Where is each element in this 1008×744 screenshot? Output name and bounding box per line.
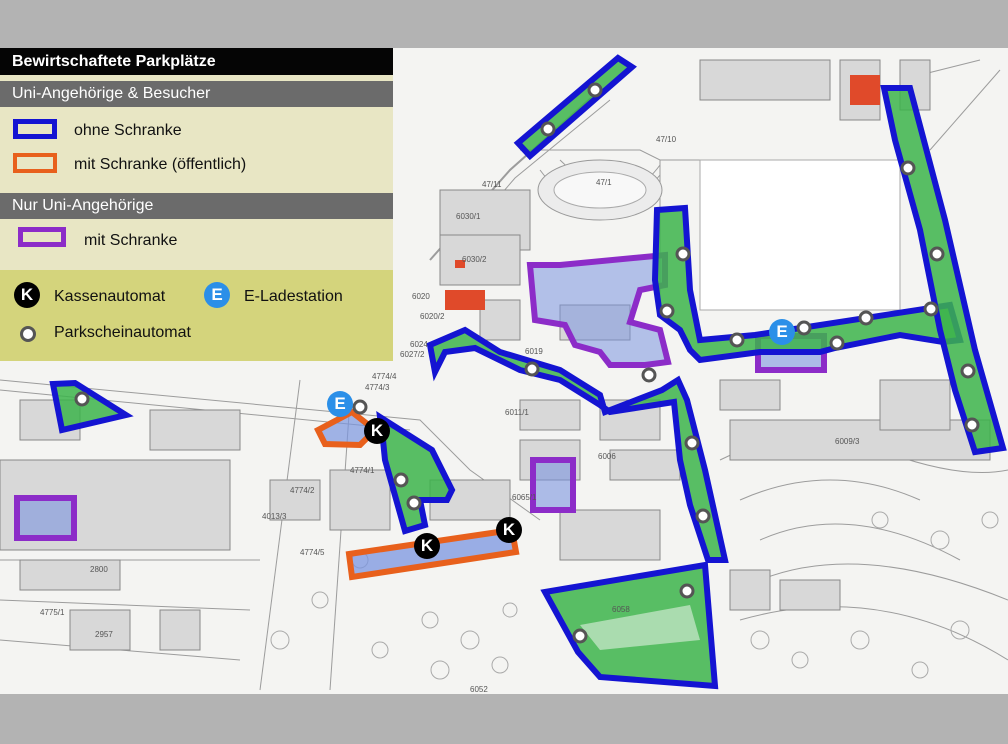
legend-section-members: Nur Uni-Angehörige — [0, 193, 393, 219]
ev-station-marker[interactable]: E — [327, 391, 353, 417]
ticket-machine — [960, 363, 976, 379]
legend-cash-machine-label: Kassenautomat — [54, 288, 166, 305]
legend-item-no-barrier: ohne Schranke — [74, 122, 182, 139]
ticket-machine — [675, 246, 691, 262]
parking-area-members-center — [526, 251, 672, 368]
swatch-barrier-public — [13, 153, 57, 173]
legend-section-visitors: Uni-Angehörige & Besucher — [0, 81, 393, 107]
ticket-machine — [796, 320, 812, 336]
parking-area-members-west — [14, 495, 77, 541]
ticket-machine — [679, 583, 695, 599]
ticket-machine — [406, 495, 422, 511]
ticket-machine — [74, 391, 90, 407]
ticket-machine — [587, 82, 603, 98]
parking-area-members-south — [530, 457, 576, 513]
ticket-machine-icon — [20, 326, 36, 342]
ticket-machine — [572, 628, 588, 644]
cash-machine-marker[interactable]: K — [496, 517, 522, 543]
ticket-machine — [684, 435, 700, 451]
swatch-no-barrier — [13, 119, 57, 139]
ticket-machine — [659, 303, 675, 319]
ticket-machine — [929, 246, 945, 262]
swatch-barrier-members — [18, 227, 66, 247]
legend-item-barrier-public: mit Schranke (öffentlich) — [74, 156, 247, 173]
ticket-machine — [729, 332, 745, 348]
ticket-machine — [923, 301, 939, 317]
ticket-machine — [829, 335, 845, 351]
legend-item-barrier-members: mit Schranke — [84, 232, 178, 249]
ev-station-marker[interactable]: E — [769, 319, 795, 345]
parking-area-north-strip — [513, 54, 637, 161]
cash-machine-icon: K — [14, 282, 40, 308]
legend-ev-station-label: E-Ladestation — [244, 288, 343, 305]
ticket-machine — [393, 472, 409, 488]
ticket-machine — [641, 367, 657, 383]
cash-machine-marker[interactable]: K — [414, 533, 440, 559]
legend-ticket-machine-label: Parkscheinautomat — [54, 324, 191, 341]
ticket-machine — [900, 160, 916, 176]
legend-title: Bewirtschaftete Parkplätze — [0, 48, 393, 75]
ev-station-icon: E — [204, 282, 230, 308]
legend-symbols: K Kassenautomat E E-Ladestation Parksche… — [0, 270, 393, 361]
parking-area-west-triangle — [49, 379, 134, 434]
cash-machine-marker[interactable]: K — [364, 418, 390, 444]
ticket-machine — [964, 417, 980, 433]
ticket-machine — [352, 399, 368, 415]
ticket-machine — [695, 508, 711, 524]
map-legend: Bewirtschaftete Parkplätze Uni-Angehörig… — [0, 48, 393, 361]
ticket-machine — [540, 121, 556, 137]
ticket-machine — [858, 310, 874, 326]
ticket-machine — [524, 361, 540, 377]
